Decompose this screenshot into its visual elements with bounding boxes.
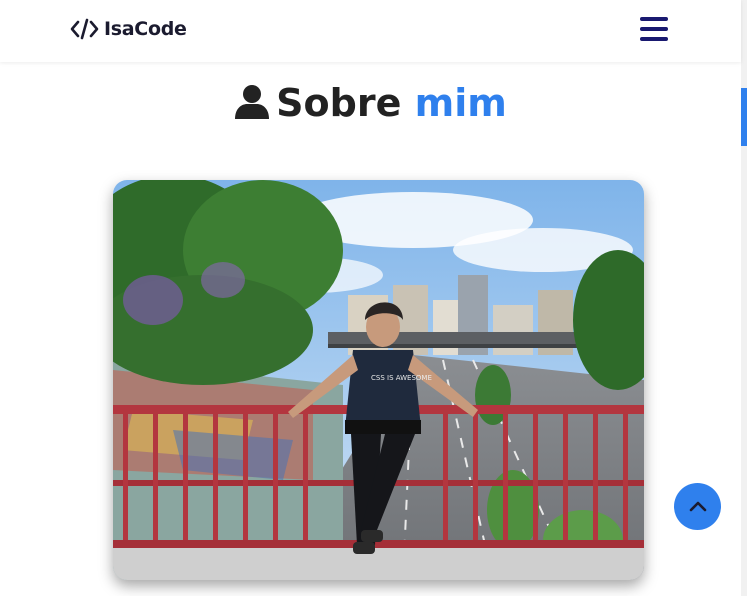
code-icon bbox=[70, 17, 100, 41]
profile-photo: CSS IS AWESOME bbox=[113, 180, 644, 580]
shirt-text: CSS IS AWESOME bbox=[371, 374, 432, 382]
scrollbar[interactable] bbox=[741, 0, 747, 596]
logo-link[interactable]: IsaCode bbox=[70, 17, 187, 41]
title-sobre: Sobre bbox=[276, 81, 402, 125]
logo-text: IsaCode bbox=[104, 18, 187, 40]
chevron-up-icon bbox=[689, 497, 707, 516]
section-title: Sobre mim bbox=[0, 80, 741, 130]
scrollbar-thumb[interactable] bbox=[741, 88, 747, 146]
site-header: IsaCode bbox=[0, 0, 741, 62]
hamburger-menu-icon[interactable] bbox=[640, 17, 668, 42]
back-to-top-button[interactable] bbox=[674, 483, 721, 530]
title-mim: mim bbox=[414, 81, 507, 125]
user-icon bbox=[234, 84, 270, 130]
